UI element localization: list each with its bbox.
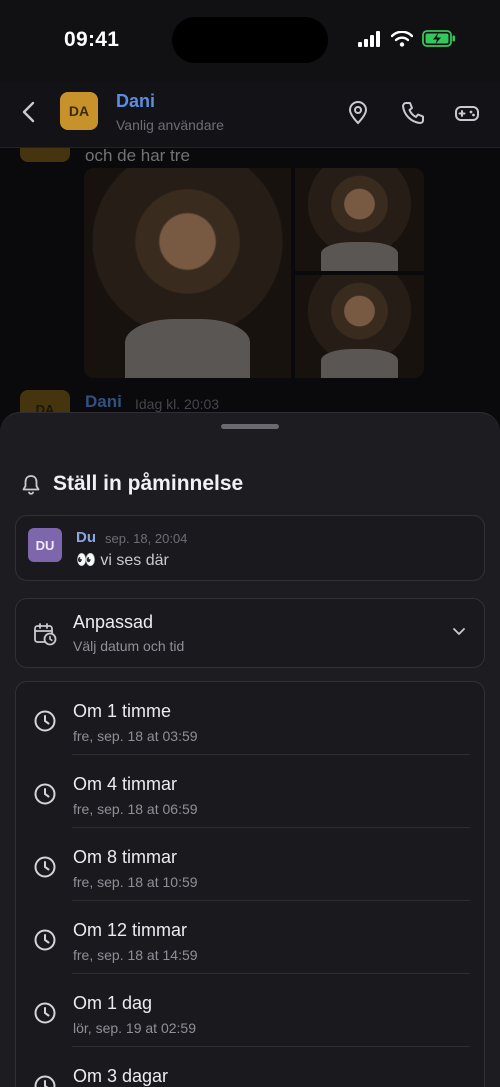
avatar: DU xyxy=(28,528,62,562)
status-bar: 09:41 xyxy=(0,0,500,82)
location-pin-icon[interactable] xyxy=(345,100,371,126)
reminder-option-time: lör, sep. 19 at 02:59 xyxy=(73,1020,196,1036)
bell-icon xyxy=(22,475,40,495)
reminder-option[interactable]: Om 3 dagar xyxy=(16,1047,484,1087)
dynamic-island xyxy=(172,17,328,63)
reminder-option[interactable]: Om 12 timmar fre, sep. 18 at 14:59 xyxy=(16,901,484,974)
custom-reminder-option[interactable]: Anpassad Välj datum och tid xyxy=(15,598,485,668)
contact-subtitle: Vanlig användare xyxy=(116,117,224,133)
reminder-option-label: Om 3 dagar xyxy=(73,1066,169,1086)
reminder-option-label: Om 1 dag xyxy=(73,993,153,1013)
quoted-time: sep. 18, 20:04 xyxy=(105,531,188,546)
back-chevron-icon[interactable] xyxy=(18,98,40,126)
clock-icon xyxy=(34,1075,56,1087)
reminder-option[interactable]: Om 1 dag lör, sep. 19 at 02:59 xyxy=(16,974,484,1047)
signal-icon xyxy=(358,30,380,47)
reminder-option-time: fre, sep. 18 at 10:59 xyxy=(73,874,198,890)
chevron-down-icon xyxy=(453,628,465,635)
reminder-option-time: fre, sep. 18 at 14:59 xyxy=(73,947,198,963)
phone-icon[interactable] xyxy=(400,100,426,126)
reminder-option-time: fre, sep. 18 at 06:59 xyxy=(73,801,198,817)
clock-icon xyxy=(34,1002,56,1024)
chat-header: DA Dani Vanlig användare xyxy=(0,82,500,148)
reminder-option[interactable]: Om 1 timme fre, sep. 18 at 03:59 xyxy=(16,682,484,755)
custom-subtitle: Välj datum och tid xyxy=(73,638,185,654)
reminder-option[interactable]: Om 8 timmar fre, sep. 18 at 10:59 xyxy=(16,828,484,901)
clock-icon xyxy=(34,856,56,878)
reminder-option-label: Om 1 timme xyxy=(73,701,172,721)
gamepad-icon[interactable] xyxy=(454,100,480,126)
reminder-option-label: Om 4 timmar xyxy=(73,774,178,794)
contact-avatar[interactable]: DA xyxy=(60,92,98,130)
chat-messages: och de har tre DA Dani Idag kl. 20:03 xyxy=(0,148,500,428)
wifi-icon xyxy=(391,30,413,47)
reminder-option[interactable]: Om 4 timmar fre, sep. 18 at 06:59 xyxy=(16,755,484,828)
dim-overlay xyxy=(0,148,500,428)
custom-title: Anpassad xyxy=(73,612,154,632)
clock-icon xyxy=(34,929,56,951)
reminder-options-list: Om 1 timme fre, sep. 18 at 03:59 Om 4 timm… xyxy=(15,681,485,1087)
reminder-option-time: fre, sep. 18 at 03:59 xyxy=(73,728,198,744)
status-time: 09:41 xyxy=(64,28,120,51)
battery-charging-icon xyxy=(422,30,455,47)
sheet-grabber[interactable] xyxy=(221,424,279,429)
quoted-message: DU Du sep. 18, 20:04 👀 vi ses där xyxy=(15,515,485,581)
clock-icon xyxy=(34,783,56,805)
reminder-option-label: Om 12 timmar xyxy=(73,920,188,940)
sheet-title: Ställ in påminnelse xyxy=(53,472,244,495)
reminder-sheet: Ställ in påminnelse DU Du sep. 18, 20:04… xyxy=(0,412,500,1087)
clock-icon xyxy=(34,710,56,732)
quoted-text: 👀 vi ses där xyxy=(76,552,169,569)
reminder-option-label: Om 8 timmar xyxy=(73,847,178,867)
calendar-clock-icon xyxy=(34,623,57,646)
contact-name[interactable]: Dani xyxy=(116,91,155,112)
status-icons xyxy=(358,30,456,47)
quoted-author: Du xyxy=(76,529,96,546)
